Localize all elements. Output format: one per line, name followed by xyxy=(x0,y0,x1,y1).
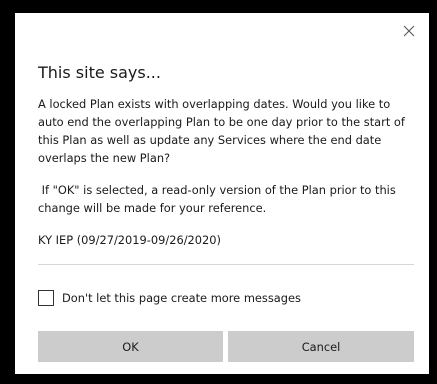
message-paragraph-readonly: If "OK" is selected, a read-only version… xyxy=(38,183,400,215)
message-plan-name: KY IEP (09/27/2019-09/26/2020) xyxy=(38,233,221,247)
ok-button[interactable]: OK xyxy=(38,331,223,362)
close-icon[interactable] xyxy=(401,23,417,39)
suppress-messages-checkbox-row[interactable]: Don't let this page create more messages xyxy=(38,290,301,306)
suppress-messages-checkbox[interactable] xyxy=(38,290,54,306)
alert-dialog: This site says... A locked Plan exists w… xyxy=(15,13,429,374)
dialog-title: This site says... xyxy=(38,63,161,82)
divider xyxy=(38,264,414,265)
cancel-button[interactable]: Cancel xyxy=(228,331,414,362)
dialog-message: A locked Plan exists with overlapping da… xyxy=(38,95,418,263)
suppress-messages-label[interactable]: Don't let this page create more messages xyxy=(62,291,301,305)
message-paragraph-overlap: A locked Plan exists with overlapping da… xyxy=(38,97,405,165)
